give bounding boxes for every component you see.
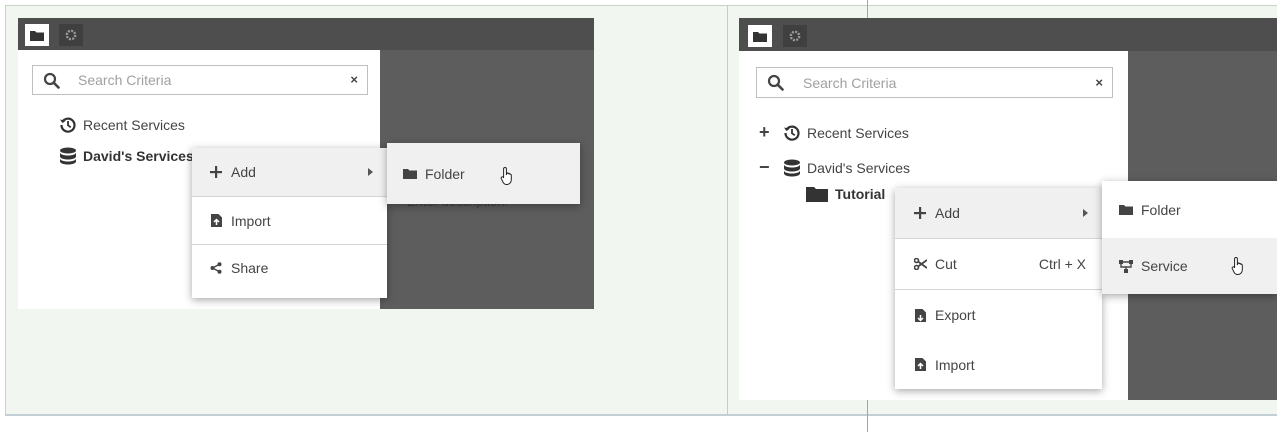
database-icon [59, 147, 77, 165]
menu-label-import: Import [935, 356, 975, 373]
gear-icon [65, 29, 77, 41]
hand-cursor-icon [1231, 256, 1243, 275]
menu-label-share: Share [231, 260, 269, 276]
plus-icon [912, 207, 928, 219]
search-placeholder: Search Criteria [78, 72, 172, 88]
gear-icon [789, 30, 801, 42]
tree-item-recent-services[interactable]: Recent Services [59, 116, 185, 134]
menu-item-share[interactable]: Share [192, 245, 387, 291]
right-context-menu: Add Cut Ctrl + X Export Import [895, 188, 1102, 389]
folder-icon [1118, 204, 1134, 215]
folder-tab[interactable] [25, 24, 49, 46]
submenu-item-folder[interactable]: Folder [1102, 181, 1277, 238]
menu-item-add[interactable]: Add [895, 188, 1102, 238]
plus-icon [208, 166, 224, 178]
tree-label-davids: David's Services [83, 148, 194, 164]
expand-icon[interactable]: + [759, 122, 773, 143]
right-add-submenu: Folder Service [1102, 181, 1277, 294]
menu-item-cut[interactable]: Cut Ctrl + X [895, 239, 1102, 289]
submenu-label-folder: Folder [1141, 201, 1181, 218]
menu-item-add[interactable]: Add [192, 148, 387, 196]
submenu-caret-icon [368, 168, 373, 176]
search-icon [43, 72, 60, 89]
settings-tab[interactable] [59, 24, 83, 46]
frame-border-top [5, 5, 1277, 6]
frame-border-bottom [5, 414, 1277, 416]
search-icon [767, 74, 784, 91]
frame-border-left [5, 5, 6, 415]
import-icon [208, 214, 224, 227]
export-icon [912, 308, 928, 322]
search-input[interactable]: Search Criteria × [756, 67, 1113, 98]
menu-shortcut-cut: Ctrl + X [1038, 256, 1086, 272]
left-add-submenu: Folder [387, 143, 580, 204]
frame-divider [727, 5, 728, 415]
folder-icon [30, 30, 44, 41]
submenu-label-folder: Folder [425, 165, 465, 182]
database-icon [783, 159, 801, 177]
menu-item-export[interactable]: Export [895, 290, 1102, 340]
menu-label-add: Add [935, 205, 960, 221]
tree-item-tutorial[interactable]: Tutorial [806, 186, 885, 202]
tree-label-tutorial: Tutorial [835, 186, 886, 202]
submenu-caret-icon [1083, 209, 1088, 217]
clear-search-button[interactable]: × [1095, 75, 1103, 90]
menu-label-cut: Cut [935, 256, 957, 272]
menu-label-import: Import [231, 212, 271, 229]
menu-label-export: Export [935, 307, 976, 323]
right-tab-strip [739, 18, 1277, 51]
menu-label-add: Add [231, 164, 256, 180]
search-input[interactable]: Search Criteria × [32, 65, 368, 95]
settings-tab[interactable] [783, 25, 807, 47]
submenu-item-folder[interactable]: Folder [387, 143, 580, 204]
left-context-menu: Add Import Share [192, 148, 387, 298]
tree-label-recent: Recent Services [83, 117, 185, 133]
submenu-label-service: Service [1141, 258, 1188, 274]
collapse-icon[interactable]: − [759, 157, 773, 178]
tree-label-recent: Recent Services [807, 124, 909, 141]
clear-search-button[interactable]: × [350, 72, 358, 87]
tree-item-davids-services[interactable]: David's Services [59, 147, 194, 165]
menu-item-import[interactable]: Import [895, 340, 1102, 389]
history-icon [59, 116, 77, 134]
menu-item-import[interactable]: Import [192, 197, 387, 244]
submenu-item-service[interactable]: Service [1102, 238, 1277, 294]
import-icon [912, 358, 928, 371]
tree-label-davids: David's Services [807, 159, 911, 176]
tree-item-recent-services[interactable]: + Recent Services [759, 122, 909, 143]
folder-tab[interactable] [748, 25, 772, 47]
folder-icon [806, 186, 828, 202]
service-icon [1118, 259, 1134, 273]
scissors-icon [912, 258, 928, 270]
history-icon [783, 124, 801, 142]
folder-icon [753, 31, 767, 42]
left-tab-strip [18, 18, 594, 50]
tree-item-davids-services[interactable]: − David's Services [759, 157, 910, 178]
folder-icon [402, 168, 418, 179]
hand-cursor-icon [500, 166, 512, 185]
search-placeholder: Search Criteria [803, 75, 897, 91]
share-icon [208, 262, 224, 274]
